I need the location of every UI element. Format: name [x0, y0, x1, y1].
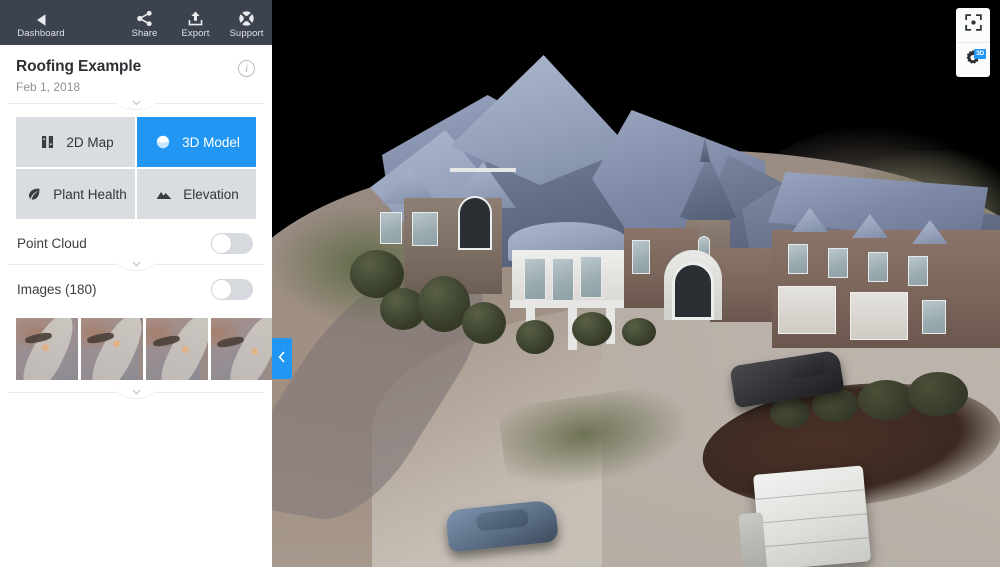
- arched-window: [458, 196, 492, 250]
- sidebar-collapse-button[interactable]: [272, 338, 292, 379]
- images-toggle[interactable]: [211, 278, 253, 300]
- project-date: Feb 1, 2018: [16, 80, 81, 94]
- tab-elevation-label: Elevation: [183, 186, 239, 202]
- info-circle-icon[interactable]: i: [238, 60, 255, 77]
- window: [828, 248, 848, 278]
- tab-plant-health-label: Plant Health: [53, 186, 127, 202]
- sphere-3d-icon: [153, 135, 173, 149]
- toggle-knob: [211, 278, 232, 300]
- back-arrow-icon: [33, 7, 49, 27]
- gable-trim: [450, 168, 516, 172]
- porch-beam: [510, 300, 628, 308]
- images-label: Images (180): [17, 281, 97, 297]
- dashboard-back-button[interactable]: Dashboard: [0, 0, 82, 45]
- window: [580, 256, 602, 298]
- shrub: [516, 320, 554, 354]
- model-viewport[interactable]: 3D: [272, 0, 1000, 567]
- point-cloud-label: Point Cloud: [17, 235, 87, 251]
- view-mode-tabs: 2D Map 3D Model Plant Health Elevation: [0, 104, 272, 219]
- divider-point-cloud: [8, 258, 264, 271]
- collapse-handle-images[interactable]: [114, 386, 158, 399]
- shrub: [770, 398, 810, 428]
- export-button[interactable]: Export: [170, 0, 221, 45]
- garage-door: [850, 292, 908, 340]
- model-settings-button[interactable]: 3D: [956, 42, 990, 77]
- list-item[interactable]: [211, 318, 272, 380]
- center-view-button[interactable]: [956, 8, 990, 42]
- window: [380, 212, 402, 244]
- export-label: Export: [181, 27, 210, 39]
- app-root: Dashboard Share Export Support Roofing E…: [0, 0, 1000, 567]
- vehicle-box-truck: [738, 465, 871, 567]
- point-cloud-toggle[interactable]: [211, 232, 253, 254]
- chevron-left-icon: [278, 350, 286, 368]
- shrub: [622, 318, 656, 346]
- shrub: [858, 380, 914, 420]
- layer-row-images: Images (180): [0, 268, 272, 310]
- garage-door: [778, 286, 836, 334]
- window: [788, 244, 808, 274]
- focus-target-icon: [964, 14, 982, 36]
- 3d-badge: 3D: [974, 49, 986, 59]
- share-label: Share: [131, 27, 158, 39]
- tab-plant-health[interactable]: Plant Health: [16, 169, 135, 219]
- tab-3d-model[interactable]: 3D Model: [137, 117, 256, 167]
- export-upload-icon: [187, 7, 204, 27]
- tab-2d-map[interactable]: 2D Map: [16, 117, 135, 167]
- list-item[interactable]: [16, 318, 78, 380]
- toggle-knob: [211, 232, 232, 254]
- window: [632, 240, 650, 274]
- list-item[interactable]: [146, 318, 208, 380]
- support-button[interactable]: Support: [221, 0, 272, 45]
- 3d-scene: [272, 0, 1000, 567]
- shrub: [462, 302, 506, 344]
- project-header: Roofing Example Feb 1, 2018 i: [0, 45, 272, 103]
- page-title: Roofing Example: [16, 58, 142, 75]
- divider-images: [8, 386, 264, 399]
- shrub: [572, 312, 612, 346]
- view-tools-panel: 3D: [956, 8, 990, 77]
- top-toolbar: Dashboard Share Export Support: [0, 0, 272, 45]
- sidebar: Roofing Example Feb 1, 2018 i 2D Map 3D …: [0, 45, 272, 567]
- tab-2d-map-label: 2D Map: [66, 134, 114, 150]
- tab-elevation[interactable]: Elevation: [137, 169, 256, 219]
- image-thumbnail-strip: [0, 310, 272, 392]
- divider-project: [8, 97, 264, 110]
- map-icon: [37, 135, 57, 149]
- window: [908, 256, 928, 286]
- leaf-icon: [24, 187, 44, 201]
- support-label: Support: [229, 27, 264, 39]
- dashboard-label: Dashboard: [17, 27, 65, 39]
- arch-opening: [672, 262, 714, 320]
- window: [552, 258, 574, 302]
- shrub: [908, 372, 968, 416]
- tab-3d-model-label: 3D Model: [182, 134, 240, 150]
- window: [868, 252, 888, 282]
- lifebuoy-icon: [238, 7, 255, 27]
- share-button[interactable]: Share: [119, 0, 170, 45]
- mountain-icon: [154, 189, 174, 200]
- window: [524, 258, 546, 300]
- window: [922, 300, 946, 334]
- list-item[interactable]: [81, 318, 143, 380]
- window: [412, 212, 438, 246]
- share-icon: [136, 7, 153, 27]
